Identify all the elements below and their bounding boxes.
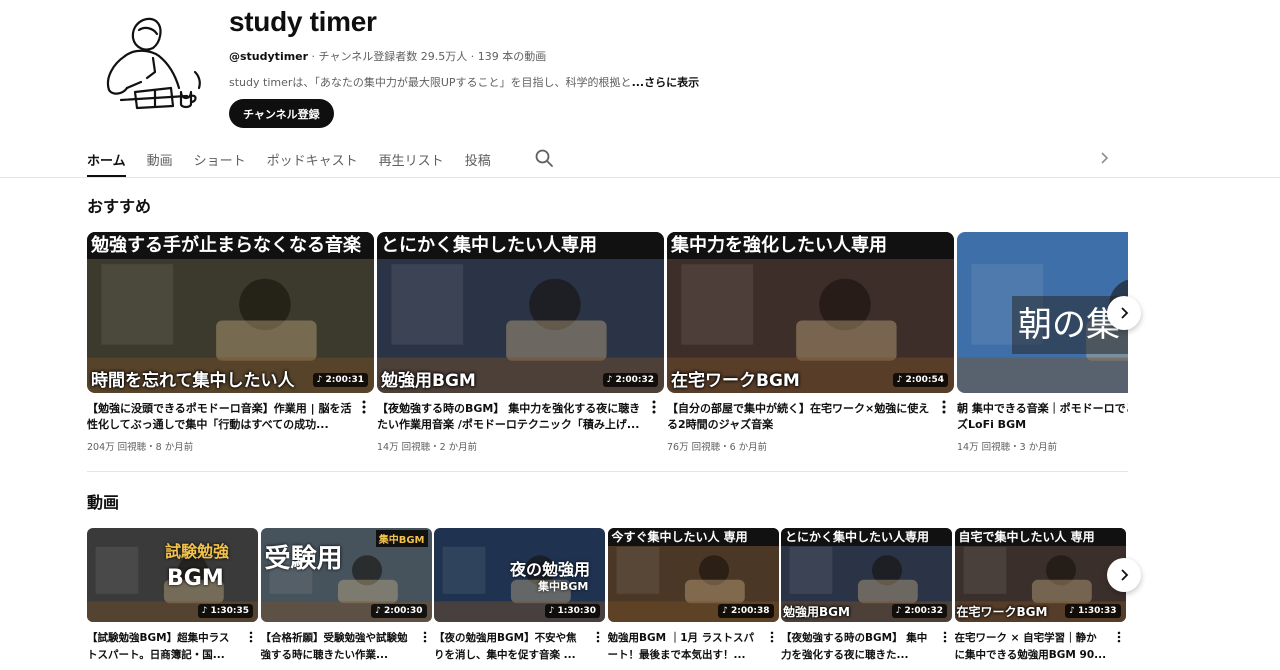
thumbnail-bottom-text: BGM — [167, 566, 224, 591]
video-title[interactable]: 【夜勉強する時のBGM】 集中力を強化する夜に聴きたい作業用音楽 /ポモドーロテ… — [377, 401, 642, 433]
video-duration: ♪ 2:00:31 — [312, 373, 368, 387]
video-duration: ♪ 1:30:35 — [197, 604, 253, 618]
video-title[interactable]: 【合格祈願】受験勉強や試験勉強する時に聴きたい作業... — [261, 630, 413, 664]
tabs-divider — [0, 177, 1280, 178]
more-vert-icon[interactable] — [940, 629, 950, 643]
thumbnail-bottom-text: 在宅ワークBGM — [671, 371, 800, 391]
section-title-recommended: おすすめ — [87, 197, 152, 216]
video-duration: ♪ 1:30:30 — [544, 604, 600, 618]
video-title[interactable]: 【自分の部屋で集中が続く】在宅ワーク×勉強に使える2時間のジャズ音楽 — [667, 401, 932, 433]
video-meta: 14万 回視聴・3 か月前 — [957, 442, 1058, 453]
thumbnail-bottom-text: 集中BGM — [538, 580, 589, 593]
tab-posts[interactable]: 投稿 — [465, 140, 491, 177]
channel-stats: · チャンネル登録者数 29.5万人 · 139 本の動画 — [308, 50, 547, 63]
video-title[interactable]: 在宅ワーク × 自宅学習｜静かに集中できる勉強用BGM 90... — [955, 630, 1107, 664]
thumbnail-top-text: 試験勉強 — [165, 542, 230, 561]
subscribe-button[interactable]: チャンネル登録 — [229, 99, 334, 128]
video-title[interactable]: 【試験勉強BGM】超集中ラストスパート。日商簿記・国... — [87, 630, 239, 664]
thumbnail-bottom-text: 勉強用BGM — [783, 605, 850, 619]
chevron-right-icon — [1121, 307, 1129, 319]
more-vert-icon[interactable] — [358, 399, 370, 415]
video-meta: 14万 回視聴・2 か月前 — [377, 442, 478, 453]
video-duration: ♪ 2:00:30 — [371, 604, 427, 618]
rail-next-button[interactable] — [1107, 296, 1141, 330]
thumbnail-top-text: 受験用 — [264, 544, 343, 574]
thumbnail-top-text: とにかく集中したい人専用 — [781, 528, 952, 546]
thumbnail-top-text: 集中力を強化したい人専用 — [667, 232, 954, 259]
more-vert-icon[interactable] — [767, 629, 777, 643]
more-vert-icon[interactable] — [1114, 629, 1124, 643]
tab-shorts[interactable]: ショート — [194, 140, 246, 177]
chevron-right-icon[interactable] — [1097, 150, 1111, 166]
videos-rail: 試験勉強 BGM ♪ 1:30:35 【試験勉強BGM】超集中ラストスパート。日商簿記… — [87, 528, 1128, 670]
videos-next-button[interactable] — [1107, 558, 1141, 592]
channel-handle: @studytimer — [229, 50, 309, 63]
avatar-illustration — [95, 8, 210, 120]
video-meta: 76万 回視聴・6 か月前 — [667, 442, 768, 453]
more-vert-icon[interactable] — [593, 629, 603, 643]
video-duration: ♪ 2:00:32 — [602, 373, 658, 387]
channel-title: study timer — [229, 6, 377, 37]
video-card[interactable]: とにかく集中したい人専用勉強用BGM ♪ 2:00:32 【夜勉強する時のBGM】 … — [377, 232, 664, 453]
video-title[interactable]: 【夜の勉強用BGM】不安や焦りを消し、集中を促す音楽 ... — [434, 630, 586, 664]
video-thumbnail[interactable]: とにかく集中したい人専用勉強用BGM ♪ 2:00:32 — [377, 232, 664, 393]
chevron-right-icon — [1121, 569, 1129, 581]
tab-home[interactable]: ホーム — [87, 140, 126, 177]
show-more-link[interactable]: ...さらに表示 — [632, 76, 700, 89]
thumbnail-top-text: 今すぐ集中したい人 専用 — [607, 528, 779, 546]
channel-description[interactable]: study timerは、「あなたの集中力が最大限UPすること」を目指し、科学的… — [229, 74, 699, 90]
video-title[interactable]: 【夜勉強する時のBGM】 集中力を強化する夜に聴きた... — [781, 630, 933, 664]
more-vert-icon[interactable] — [938, 399, 950, 415]
thumbnail-top-text: 勉強する手が止まらなくなる音楽 — [87, 232, 374, 259]
video-card[interactable]: 集中力を強化したい人専用在宅ワークBGM ♪ 2:00:54 【自分の部屋で集中が続… — [667, 232, 954, 453]
more-vert-icon[interactable] — [246, 629, 256, 643]
thumbnail-bottom-text: 時間を忘れて集中したい人 — [91, 371, 295, 391]
channel-tabs: ホーム 動画 ショート ポッドキャスト 再生リスト 投稿 — [87, 140, 512, 177]
thumbnail-bottom-text: 在宅ワークBGM — [956, 605, 1048, 619]
video-card[interactable]: 試験勉強 BGM ♪ 1:30:35 【試験勉強BGM】超集中ラストスパート。日商簿記… — [87, 528, 258, 664]
video-thumbnail[interactable]: 夜の勉強用 集中BGM ♪ 1:30:30 — [434, 528, 605, 622]
video-card[interactable]: 自宅で集中したい人 専用在宅ワークBGM ♪ 1:30:33 在宅ワーク × 自宅学… — [954, 528, 1126, 664]
section-divider — [87, 471, 1128, 472]
video-duration: ♪ 2:00:54 — [892, 373, 948, 387]
tab-podcasts[interactable]: ポッドキャスト — [267, 140, 358, 177]
video-thumbnail[interactable]: とにかく集中したい人専用勉強用BGM ♪ 2:00:32 — [781, 528, 952, 622]
recommended-rail: 勉強する手が止まらなくなる音楽時間を忘れて集中したい人 ♪ 2:00:31 【勉強に… — [87, 232, 1128, 462]
video-card[interactable]: 受験用 集中BGM ♪ 2:00:30 【合格祈願】受験勉強や試験勉強する時に聴きたい… — [260, 528, 432, 664]
video-card[interactable]: 朝の集朝 集中できる音楽｜ポモドーロでどる｜静かなジャズLoFi BGM 14万 … — [957, 232, 1128, 453]
thumbnail-bottom-text: 集中BGM — [375, 530, 428, 547]
thumbnail-top-text: 自宅で集中したい人 専用 — [954, 528, 1126, 546]
video-thumbnail[interactable]: 集中力を強化したい人専用在宅ワークBGM ♪ 2:00:54 — [667, 232, 954, 393]
video-title[interactable]: 勉強用BGM ｜1月 ラストスパート！最後まで本気出す！... — [608, 630, 760, 664]
thumbnail-top-text: 夜の勉強用 — [510, 560, 591, 579]
video-duration: ♪ 2:00:32 — [891, 604, 947, 618]
video-duration: ♪ 2:00:38 — [718, 604, 774, 618]
video-card[interactable]: 勉強する手が止まらなくなる音楽時間を忘れて集中したい人 ♪ 2:00:31 【勉強に… — [87, 232, 374, 453]
channel-meta: @studytimer · チャンネル登録者数 29.5万人 · 139 本の動… — [229, 48, 546, 64]
video-thumbnail[interactable]: 自宅で集中したい人 専用在宅ワークBGM ♪ 1:30:33 — [954, 528, 1126, 622]
more-vert-icon[interactable] — [648, 399, 660, 415]
video-thumbnail[interactable]: 受験用 集中BGM ♪ 2:00:30 — [260, 528, 432, 622]
video-title[interactable]: 【勉強に没頭できるポモドーロ音楽】作業用 | 脳を活性化してぶっ通しで集中「行動… — [87, 401, 352, 433]
video-thumbnail[interactable]: 朝の集 — [957, 232, 1128, 393]
thumbnail-top-text: とにかく集中したい人専用 — [377, 232, 664, 259]
video-duration: ♪ 1:30:33 — [1065, 604, 1121, 618]
more-vert-icon[interactable] — [420, 629, 430, 643]
thumbnail-bottom-text: 勉強用BGM — [381, 371, 476, 391]
video-thumbnail[interactable]: 試験勉強 BGM ♪ 1:30:35 — [87, 528, 258, 622]
video-thumbnail[interactable]: 勉強する手が止まらなくなる音楽時間を忘れて集中したい人 ♪ 2:00:31 — [87, 232, 374, 393]
video-card[interactable]: 夜の勉強用 集中BGM ♪ 1:30:30 【夜の勉強用BGM】不安や焦りを消し、集中… — [434, 528, 605, 664]
section-title-videos: 動画 — [87, 493, 120, 512]
video-thumbnail[interactable]: 今すぐ集中したい人 専用 ♪ 2:00:38 — [607, 528, 779, 622]
video-card[interactable]: とにかく集中したい人専用勉強用BGM ♪ 2:00:32 【夜勉強する時のBGM】 … — [781, 528, 952, 664]
video-card[interactable]: 今すぐ集中したい人 専用 ♪ 2:00:38 勉強用BGM ｜1月 ラストスパート！… — [607, 528, 779, 664]
tab-playlists[interactable]: 再生リスト — [379, 140, 444, 177]
tab-videos[interactable]: 動画 — [147, 140, 173, 177]
channel-avatar[interactable] — [95, 8, 210, 120]
channel-description-text: study timerは、「あなたの集中力が最大限UPすること」を目指し、科学的… — [229, 76, 632, 89]
video-title[interactable]: 朝 集中できる音楽｜ポモドーロでどる｜静かなジャズLoFi BGM — [957, 401, 1128, 433]
search-icon[interactable] — [534, 148, 554, 168]
video-meta: 204万 回視聴・8 か月前 — [87, 442, 194, 453]
